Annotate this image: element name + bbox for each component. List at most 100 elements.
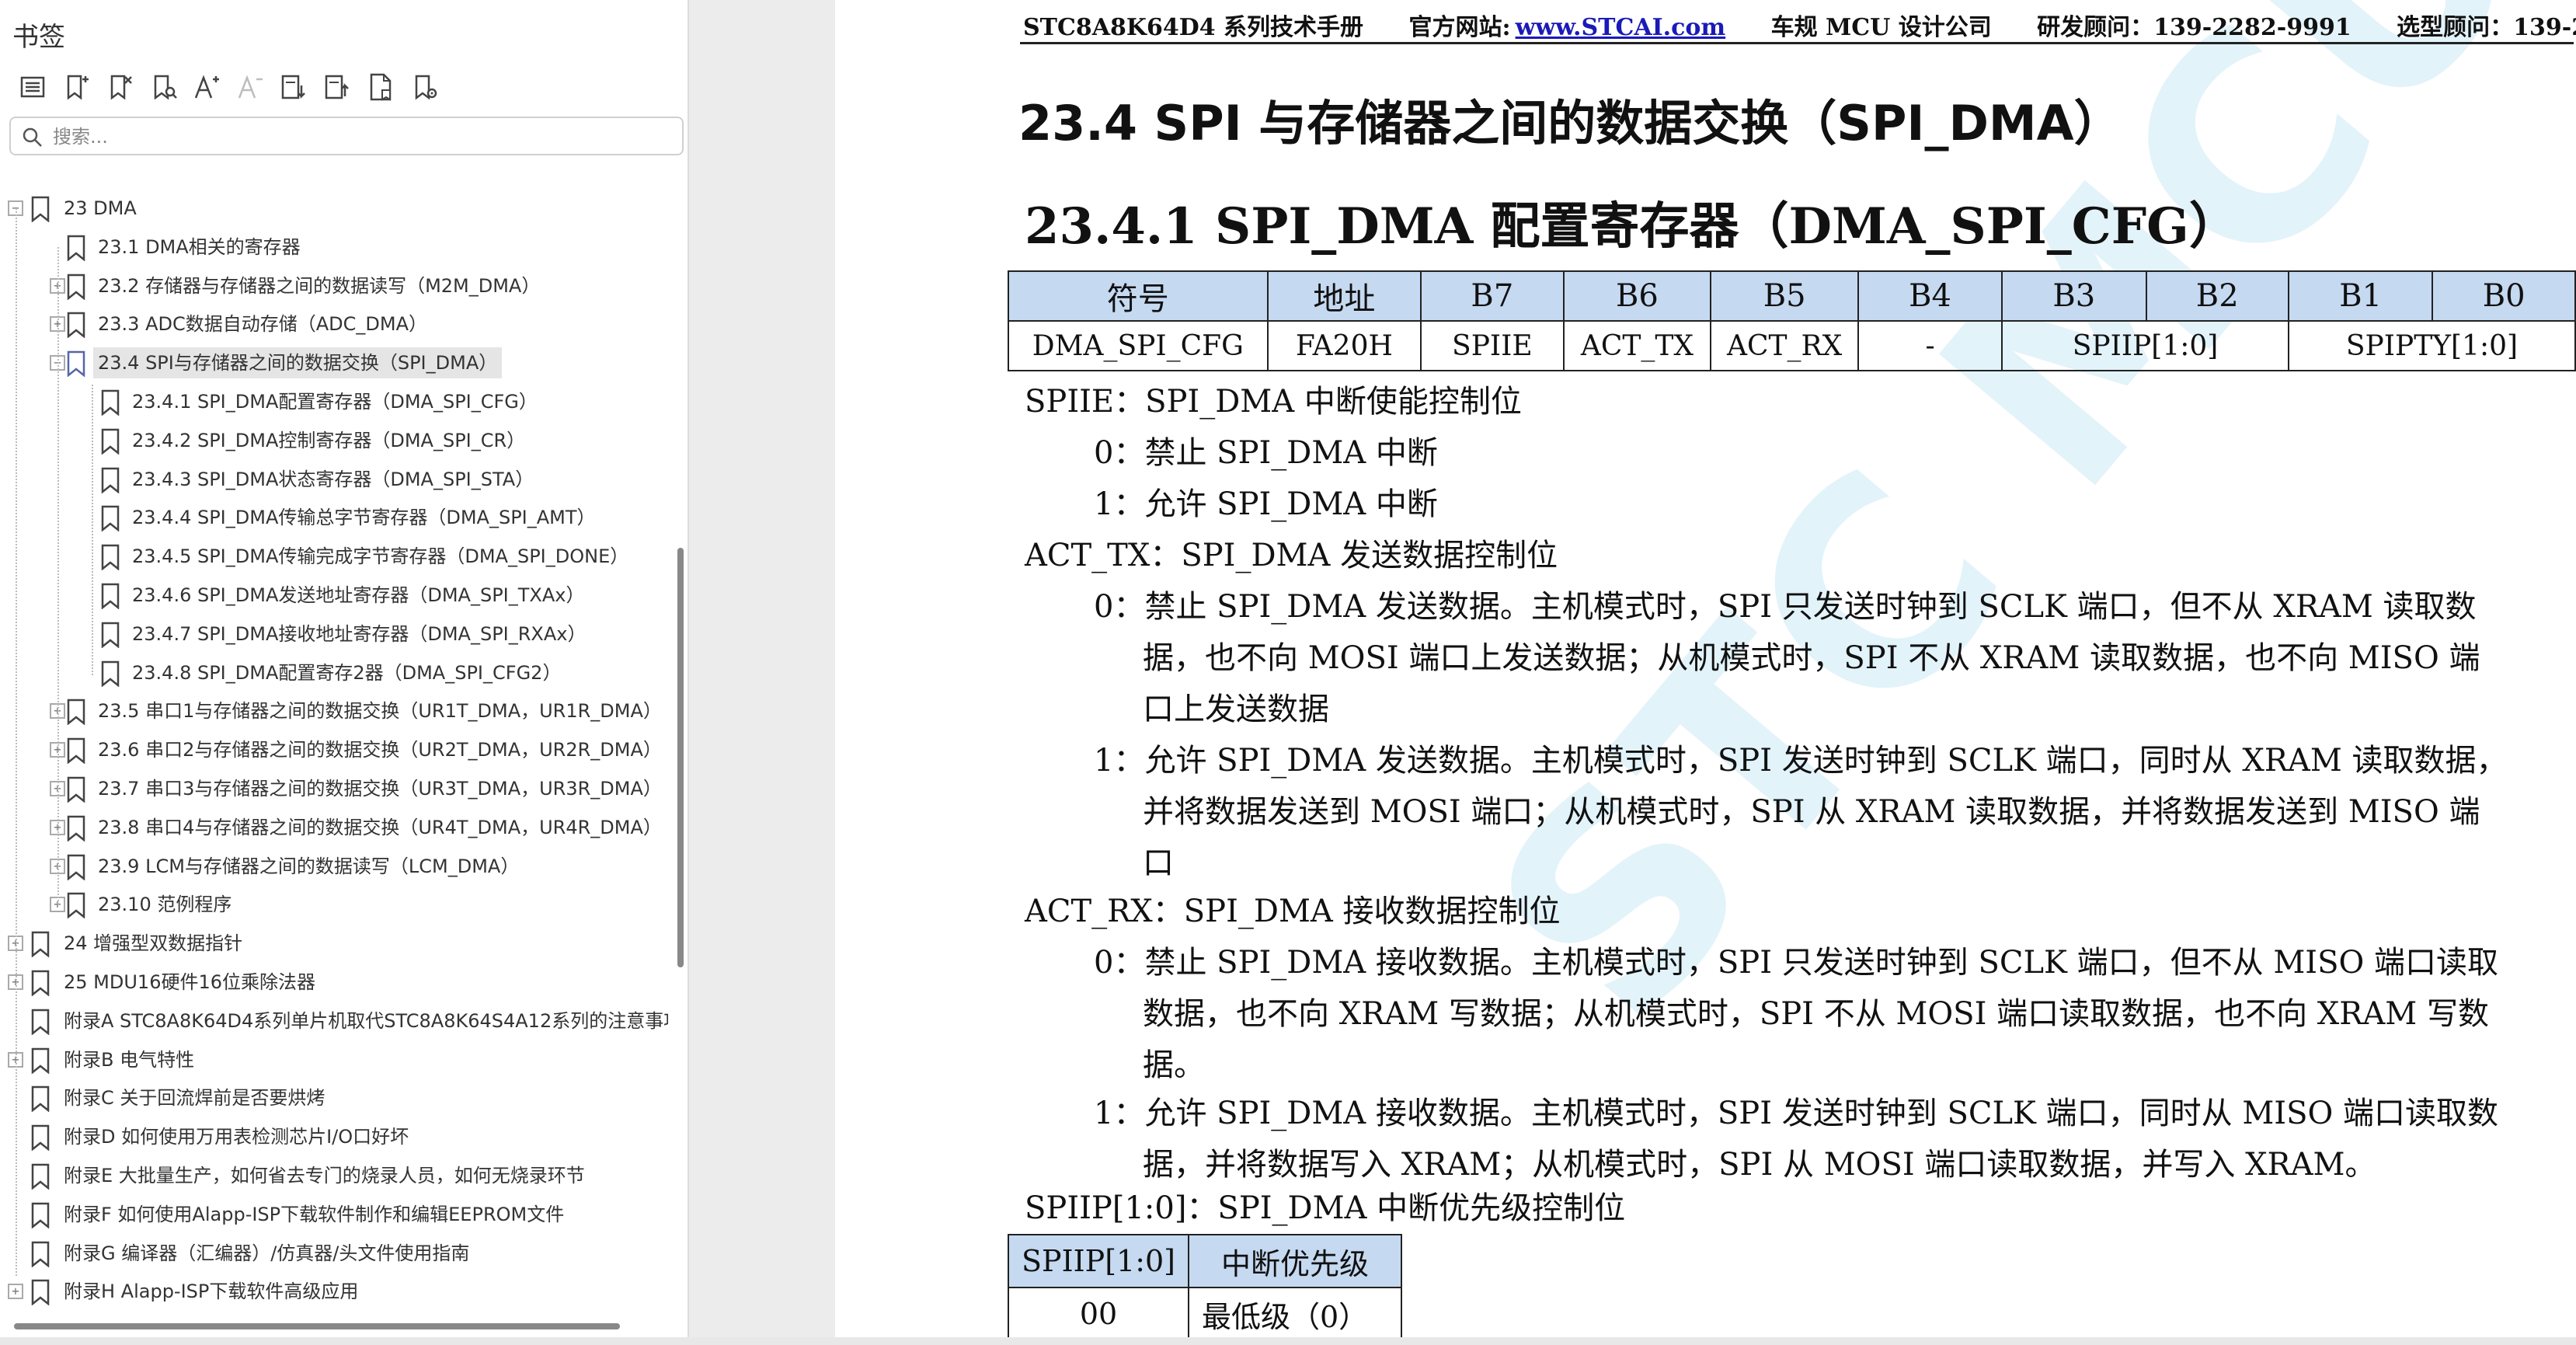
collapse-all-icon[interactable] [315,65,359,109]
expand-all-icon[interactable] [272,65,315,109]
table-cell: DMA_SPI_CFG [1008,320,1269,371]
bookmark-icon [67,854,85,880]
website-label: 官方网站: [1408,14,1511,41]
bookmark-item[interactable]: 附录C 关于回流焊前是否要烘烤 [0,1081,668,1115]
table-cell: SPIIE [1420,320,1565,371]
field-option: 0：禁止 SPI_DMA 中断 [1094,435,1438,471]
field-option: 0：禁止 SPI_DMA 发送数据。主机模式时，SPI 只发送时钟到 SCLK … [1094,589,2477,625]
bookmark-item[interactable]: −23 DMA [0,191,668,225]
table-cell: FA20H [1266,320,1422,371]
bookmark-icon [31,1241,50,1267]
bookmark-label: 23.4.1 SPI_DMA配置寄存器（DMA_SPI_CFG） [132,391,538,413]
bookmark-item[interactable]: 附录D 如何使用万用表检测芯片I/O口好坏 [0,1120,668,1154]
header-cell: B3 [2001,270,2147,322]
table-cell: ACT_RX [1710,320,1860,371]
bookmark-item[interactable]: +24 增强型双数据指针 [0,926,668,960]
bookmark-label: 23.4.3 SPI_DMA状态寄存器（DMA_SPI_STA） [132,468,534,490]
register-table-header: 符号 地址 B7 B6 B5 B4 B3 B2 B1 B0 [1008,270,2576,322]
search-icon [23,127,42,147]
bookmark-icon [31,1047,50,1074]
bookmark-item[interactable]: −23.4 SPI与存储器之间的数据交换（SPI_DMA） [0,346,668,380]
bookmark-item[interactable]: +23.9 LCM与存储器之间的数据读写（LCM_DMA） [0,849,668,883]
find-bookmark-icon[interactable] [141,65,185,109]
bookmark-label: 24 增强型双数据指针 [64,932,243,955]
table-cell: 最低级（0） [1188,1287,1402,1341]
bookmark-icon [101,660,120,687]
bookmark-item[interactable]: 23.4.1 SPI_DMA配置寄存器（DMA_SPI_CFG） [0,385,668,419]
bookmark-page-icon[interactable] [359,65,402,109]
bookmark-item[interactable]: +23.7 串口3与存储器之间的数据交换（UR3T_DMA，UR3R_DMA） [0,772,668,806]
search-input[interactable] [51,121,668,152]
register-table-row: DMA_SPI_CFG FA20H SPIIE ACT_TX ACT_RX - … [1008,320,2576,371]
panel-gutter [689,0,1405,1345]
expand-icon[interactable]: + [8,1284,23,1300]
bookmark-item[interactable]: +23.3 ADC数据自动存储（ADC_DMA） [0,307,668,341]
bookmark-item[interactable]: 23.4.4 SPI_DMA传输总字节寄存器（DMA_SPI_AMT） [0,500,668,535]
bookmark-item[interactable]: + 附录H Alapp-ISP下载软件高级应用 [0,1274,668,1308]
list-icon[interactable] [11,65,54,109]
bookmark-toolbar [11,65,446,109]
bookmark-item[interactable]: + 附录B 电气特性 [0,1043,668,1077]
bookmark-label: 附录B 电气特性 [64,1048,195,1071]
horizontal-scrollbar[interactable] [14,1323,620,1329]
website-link[interactable]: www.STCAI.com [1516,14,1726,41]
bookmark-label: 23.4.5 SPI_DMA传输完成字节寄存器（DMA_SPI_DONE） [132,545,629,568]
bookmark-item[interactable]: 23.4.5 SPI_DMA传输完成字节寄存器（DMA_SPI_DONE） [0,539,668,573]
field-option-cont: 口 [1143,845,1174,881]
table-cell: SPIIP[1:0] [2001,320,2289,371]
bookmark-label: 附录D 如何使用万用表检测芯片I/O口好坏 [64,1126,409,1148]
table-cell: - [1857,320,2003,371]
bookmark-label: 23.9 LCM与存储器之间的数据读写（LCM_DMA） [98,855,520,877]
vertical-scrollbar[interactable] [677,548,684,967]
bookmark-item[interactable]: 附录G 编译器（汇编器）/仿真器/头文件使用指南 [0,1236,668,1270]
priority-table: SPIIP[1:0] 中断优先级 00 最低级（0） [1008,1234,1402,1341]
bookmark-icon [31,1086,50,1113]
bookmark-search[interactable] [9,117,684,155]
bookmark-item[interactable]: 23.4.2 SPI_DMA控制寄存器（DMA_SPI_CR） [0,423,668,458]
bookmark-icon [101,622,120,648]
bookmark-item[interactable]: 附录A STC8A8K64D4系列单片机取代STC8A8K64S4A12系列的注… [0,1004,668,1038]
bookmark-item[interactable]: 23.4.8 SPI_DMA配置寄存2器（DMA_SPI_CFG2） [0,656,668,690]
bookmark-item[interactable]: 23.4.7 SPI_DMA接收地址寄存器（DMA_SPI_RXAx） [0,617,668,651]
bookmark-icon [67,312,85,339]
field-option-cont: 据。 [1143,1047,1205,1083]
bookmark-icon [101,583,120,609]
header-cell: B2 [2145,270,2289,322]
bookmark-item[interactable]: 23.1 DMA相关的寄存器 [0,230,668,264]
field-option: 1：允许 SPI_DMA 中断 [1094,486,1438,522]
header-cell: SPIIP[1:0] [1008,1234,1189,1288]
add-bookmark-icon[interactable] [54,65,98,109]
bookmark-settings-icon[interactable] [402,65,446,109]
bookmark-item[interactable]: +23.6 串口2与存储器之间的数据交换（UR2T_DMA，UR2R_DMA） [0,733,668,767]
bookmark-item[interactable]: 23.4.6 SPI_DMA发送地址寄存器（DMA_SPI_TXAx） [0,578,668,612]
bookmark-label: 23.1 DMA相关的寄存器 [98,235,301,258]
font-increase-icon[interactable] [185,65,228,109]
bookmark-item[interactable]: +23.5 串口1与存储器之间的数据交换（UR1T_DMA，UR1R_DMA） [0,694,668,728]
manual-title: STC8A8K64D4 系列技术手册 [1023,14,1364,41]
sales-contact: 选型顾问：139-2280-5190 [2397,14,2576,41]
bookmark-item[interactable]: +25 MDU16硬件16位乘除法器 [0,965,668,999]
bookmark-item[interactable]: +23.10 范例程序 [0,887,668,922]
bookmark-item[interactable]: 23.4.3 SPI_DMA状态寄存器（DMA_SPI_STA） [0,462,668,497]
bookmark-label: 附录C 关于回流焊前是否要烘烤 [64,1087,325,1110]
bookmark-label: 23.4.2 SPI_DMA控制寄存器（DMA_SPI_CR） [132,429,526,451]
bookmark-item[interactable]: +23.8 串口4与存储器之间的数据交换（UR4T_DMA，UR4R_DMA） [0,810,668,845]
bookmark-icon [67,737,85,765]
delete-bookmark-icon[interactable] [98,65,141,109]
bookmark-item[interactable]: 附录F 如何使用Alapp-ISP下载软件制作和编辑EEPROM文件 [0,1197,668,1232]
field-option-cont: 口上发送数据 [1143,692,1329,727]
status-strip [0,1337,2576,1345]
register-table: 符号 地址 B7 B6 B5 B4 B3 B2 B1 B0 DMA_SPI_CF… [1008,270,2576,371]
bookmark-item[interactable]: 附录E 大批量生产，如何省去专门的烧录人员，如何无烧录环节 [0,1159,668,1193]
table-cell: ACT_TX [1562,320,1712,371]
bookmark-item[interactable]: +23.2 存储器与存储器之间的数据读写（M2M_DMA） [0,269,668,303]
field-heading: ACT_RX：SPI_DMA 接收数据控制位 [1025,894,1561,929]
header-cell: B5 [1710,270,1860,322]
bookmark-icon [101,428,120,455]
field-option-cont: 据，也不向 MOSI 端口上发送数据；从机模式时，SPI 不从 XRAM 读取数… [1143,640,2480,676]
bookmark-icon [67,699,85,726]
bookmark-label: 23.6 串口2与存储器之间的数据交换（UR2T_DMA，UR2R_DMA） [98,739,662,761]
bookmark-icon [67,235,85,261]
field-option-cont: 数据，也不向 XRAM 写数据；从机模式时，SPI 不从 MOSI 端口读取数据… [1143,996,2489,1032]
font-decrease-icon[interactable] [228,65,272,109]
